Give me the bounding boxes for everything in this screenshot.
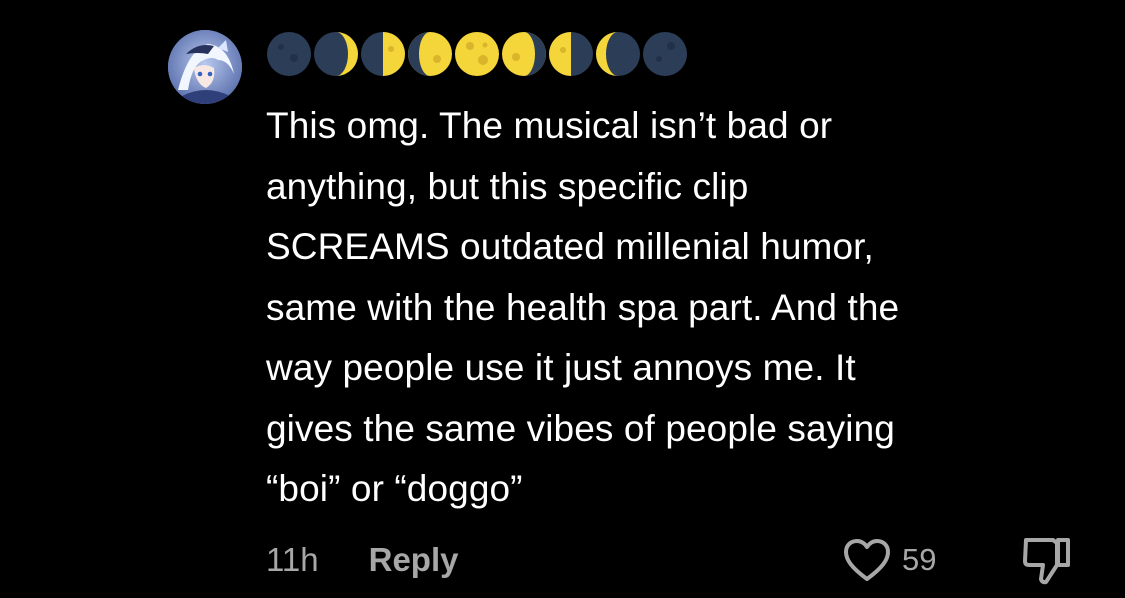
heart-icon [842,537,892,583]
full-moon-icon [454,31,500,77]
first-quarter-moon-icon [360,31,406,77]
like-button[interactable]: 59 [842,536,936,584]
comment-timestamp: 11h [266,541,319,578]
username[interactable] [266,31,689,77]
thumbs-down-icon [1020,534,1074,586]
reply-button[interactable]: Reply [369,541,459,579]
comment-meta: 11h Reply [266,538,459,582]
last-quarter-moon-icon [548,31,594,77]
waxing-gibbous-moon-icon [407,31,453,77]
new-moon-icon [642,31,688,77]
avatar[interactable] [168,30,242,104]
comment-text: This omg. The musical isn’t bad or anyth… [266,105,900,509]
new-moon-icon [266,31,312,77]
waning-crescent-moon-icon [595,31,641,77]
dislike-button[interactable] [1020,534,1074,586]
like-count: 59 [902,542,937,577]
waning-gibbous-moon-icon [501,31,547,77]
waxing-crescent-moon-icon [313,31,359,77]
